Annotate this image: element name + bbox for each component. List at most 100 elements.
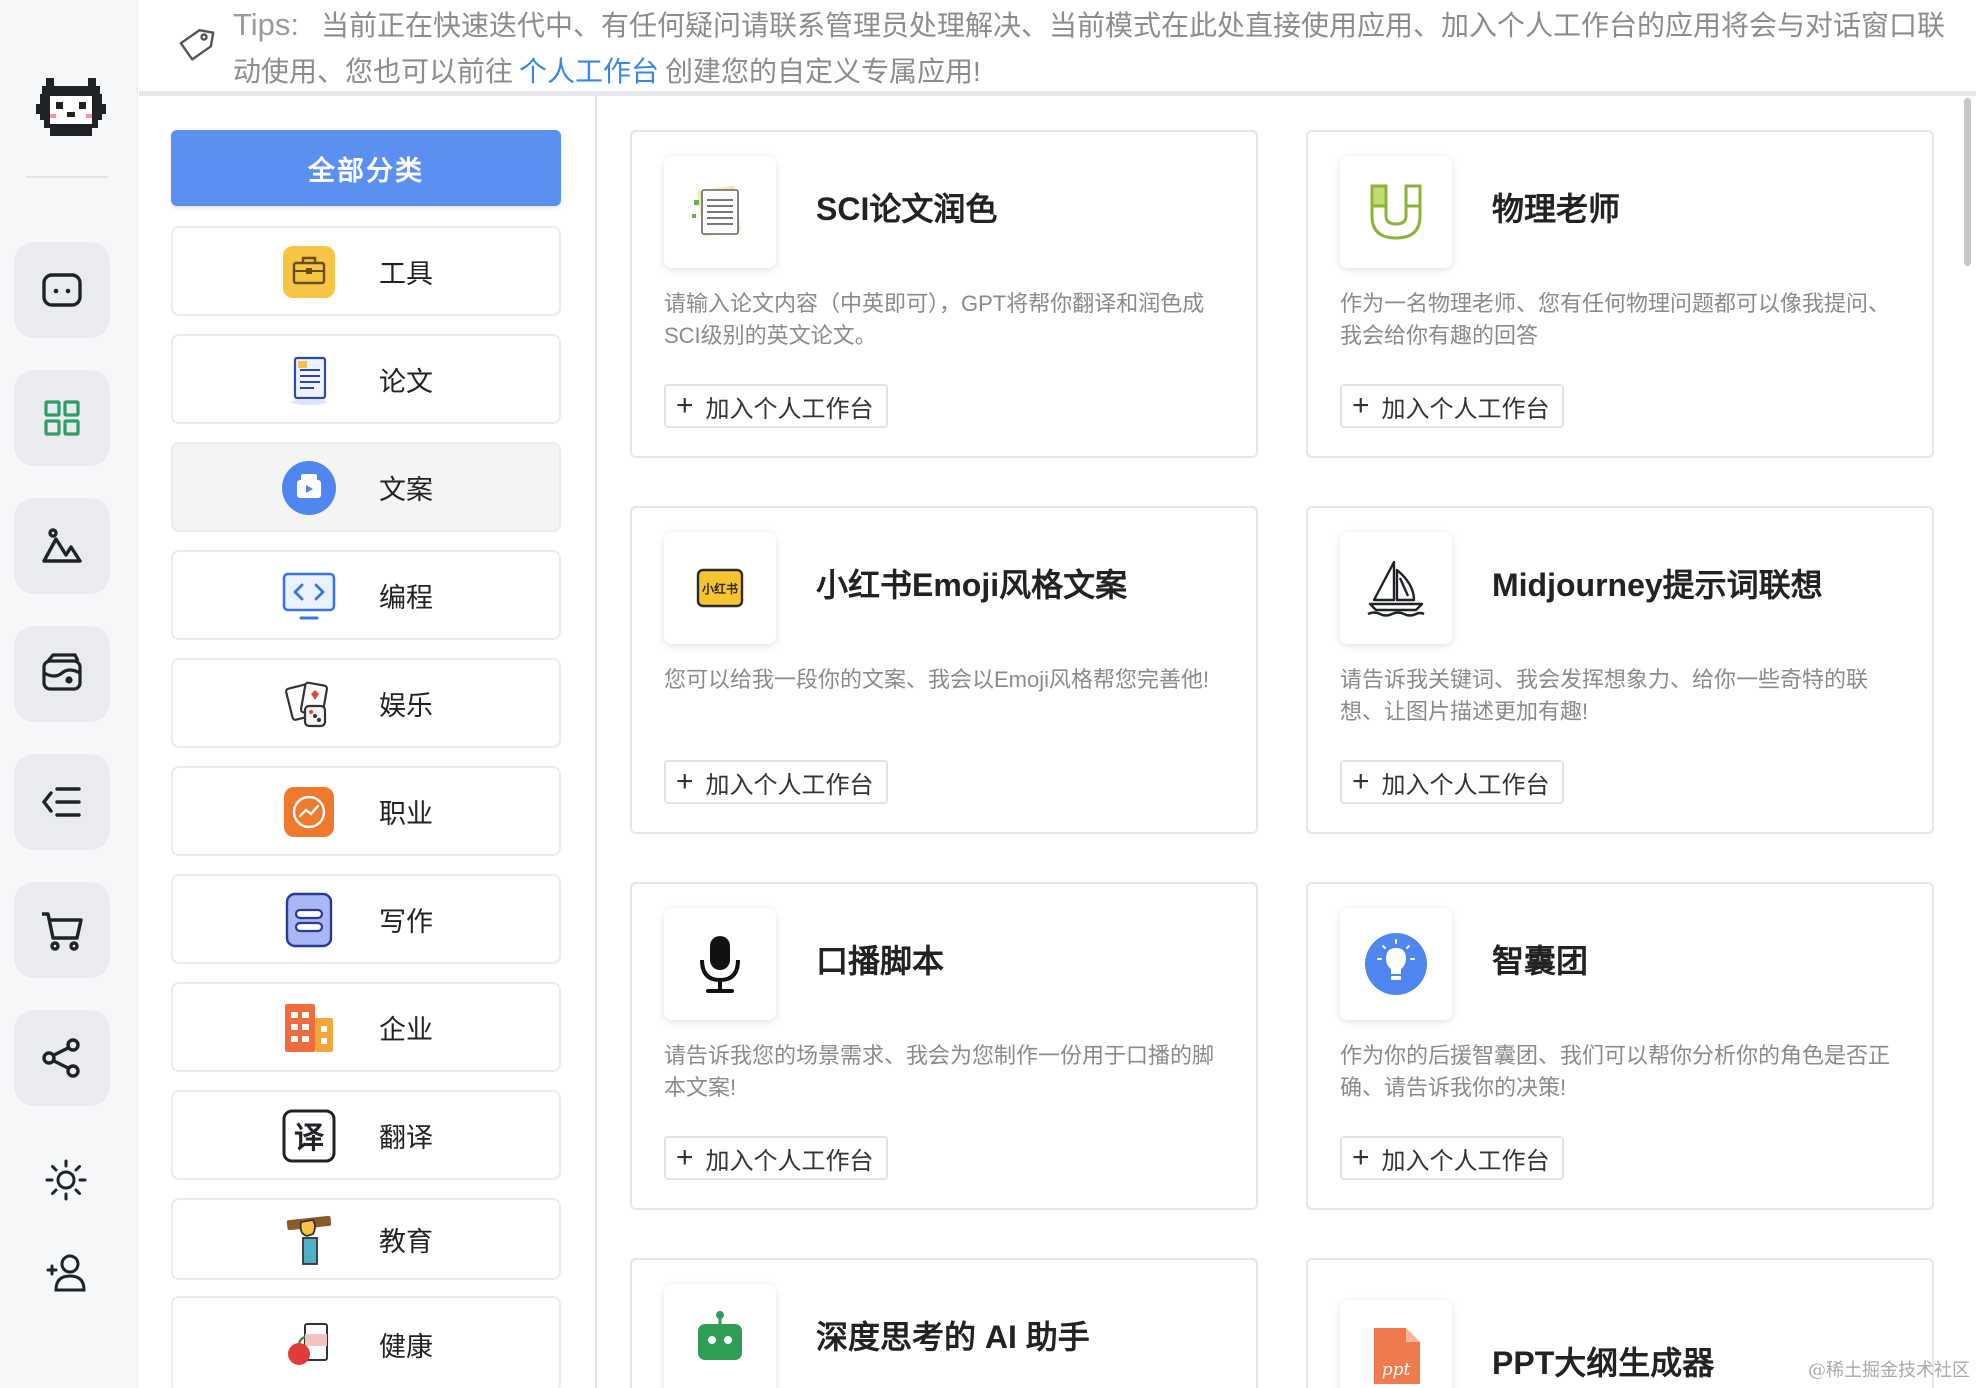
enterprise-icon (281, 1000, 337, 1056)
translate-icon: 译 (281, 1108, 337, 1164)
app-card-deep-thinking-assistant[interactable]: 深度思考的 AI 助手 (630, 1258, 1258, 1388)
category-education[interactable]: 教育 (171, 1198, 561, 1280)
category-enterprise[interactable]: 企业 (171, 982, 561, 1072)
all-categories-button[interactable]: 全部分类 (171, 130, 561, 206)
wallet-icon[interactable] (14, 626, 110, 722)
app-description: 请告诉我您的场景需求、我会为您制作一份用于口播的脚本文案! (664, 1043, 1215, 1100)
add-label: 加入个人工作台 (1381, 395, 1550, 423)
tips-body: 当前正在快速迭代中、有任何疑问请联系管理员处理解决、当前模式在此处直接使用应用、… (233, 10, 1946, 87)
category-label: 论文 (379, 366, 433, 397)
category-label: 娱乐 (379, 690, 433, 721)
add-to-workspace-button[interactable]: + 加入个人工作台 (664, 384, 888, 428)
category-career[interactable]: 职业 (171, 766, 561, 856)
plus-icon: + (676, 1141, 694, 1174)
xiaohongshu-icon: 小红书 (664, 532, 776, 644)
app-card-xiaohongshu-emoji[interactable]: 小红书 小红书Emoji风格文案 您可以给我一段你的文案、我会以Emoji风格帮… (630, 506, 1258, 834)
writing-icon (281, 892, 337, 948)
add-to-workspace-button[interactable]: + 加入个人工作台 (664, 1136, 888, 1180)
rail-divider (26, 176, 108, 178)
category-writing[interactable]: 写作 (171, 874, 561, 964)
magnet-icon (1340, 156, 1452, 268)
career-icon (281, 784, 337, 840)
add-label: 加入个人工作台 (1381, 1147, 1550, 1175)
category-papers[interactable]: 论文 (171, 334, 561, 424)
code-icon (281, 568, 337, 624)
tips-banner: Tips: 当前正在快速迭代中、有任何疑问请联系管理员处理解决、当前模式在此处直接… (139, 0, 1976, 93)
tips-label: Tips: (233, 7, 300, 42)
plus-icon: + (1352, 389, 1370, 422)
robot-icon (664, 1284, 776, 1388)
ppt-file-icon: ppt (1340, 1300, 1452, 1388)
microphone-icon (664, 908, 776, 1020)
paper-notes-icon (664, 156, 776, 268)
plus-icon: + (676, 765, 694, 798)
education-icon (281, 1212, 337, 1268)
app-title: 智囊团 (1492, 943, 1589, 979)
personal-workspace-link[interactable]: 个人工作台 (519, 56, 659, 87)
app-description: 请输入论文内容（中英即可），GPT将帮你翻译和润色成SCI级别的英文论文。 (664, 291, 1205, 348)
cat-logo-icon[interactable] (36, 74, 106, 144)
tips-tail: 创建您的自定义专属应用! (665, 56, 981, 87)
ppt-icon-text: ppt (1381, 1360, 1411, 1380)
app-title: Midjourney提示词联想 (1492, 567, 1823, 603)
share-icon[interactable] (14, 1010, 110, 1106)
tag-icon (179, 26, 215, 62)
add-label: 加入个人工作台 (705, 395, 874, 423)
category-tools[interactable]: 工具 (171, 226, 561, 316)
app-card-physics-teacher[interactable]: 物理老师 作为一名物理老师、您有任何物理问题都可以像我提问、我会给你有趣的回答 … (1306, 130, 1934, 458)
app-description: 作为你的后援智囊团、我们可以帮你分析你的角色是否正确、请告诉我你的决策! (1340, 1043, 1891, 1100)
sun-icon[interactable] (40, 1154, 92, 1206)
app-card-think-tank[interactable]: 智囊团 作为你的后援智囊团、我们可以帮你分析你的角色是否正确、请告诉我你的决策!… (1306, 882, 1934, 1210)
left-rail (0, 0, 138, 1388)
add-to-workspace-button[interactable]: + 加入个人工作台 (664, 760, 888, 804)
category-label: 工具 (379, 258, 433, 289)
category-translation[interactable]: 译 翻译 (171, 1090, 561, 1180)
image-icon[interactable] (14, 498, 110, 594)
app-description: 请告诉我关键词、我会发挥想象力、给你一些奇特的联想、让图片描述更加有趣! (1340, 667, 1869, 724)
app-card-voice-script[interactable]: 口播脚本 请告诉我您的场景需求、我会为您制作一份用于口播的脚本文案! + 加入个人… (630, 882, 1258, 1210)
list-indent-icon[interactable] (14, 754, 110, 850)
app-title: 口播脚本 (816, 943, 945, 979)
plus-icon: + (1352, 1141, 1370, 1174)
add-to-workspace-button[interactable]: + 加入个人工作台 (1340, 1136, 1564, 1180)
add-label: 加入个人工作台 (705, 1147, 874, 1175)
app-title: 物理老师 (1492, 191, 1621, 227)
app-title: 深度思考的 AI 助手 (816, 1319, 1090, 1355)
category-programming[interactable]: 编程 (171, 550, 561, 640)
app-title: SCI论文润色 (816, 191, 998, 227)
dice-cards-icon (281, 676, 337, 732)
chat-icon[interactable] (14, 242, 110, 338)
app-title: 小红书Emoji风格文案 (816, 567, 1128, 603)
add-to-workspace-button[interactable]: + 加入个人工作台 (1340, 760, 1564, 804)
toolbox-icon (281, 244, 337, 300)
plus-icon: + (676, 389, 694, 422)
category-copywriting[interactable]: 文案 (171, 442, 561, 532)
lightbulb-icon (1340, 908, 1452, 1020)
category-entertainment[interactable]: 娱乐 (171, 658, 561, 748)
user-add-icon[interactable] (40, 1246, 92, 1298)
content-scrollbar[interactable] (1964, 98, 1971, 266)
add-to-workspace-button[interactable]: + 加入个人工作台 (1340, 384, 1564, 428)
app-card-sci-polish[interactable]: SCI论文润色 请输入论文内容（中英即可），GPT将帮你翻译和润色成SCI级别的… (630, 130, 1258, 458)
category-label: 职业 (379, 798, 433, 829)
category-label: 编程 (379, 582, 433, 613)
category-label: 企业 (379, 1014, 433, 1045)
category-panel: 全部分类 工具 论文 文案 编程 娱乐 职业 写作 企业 译 翻译 教育 健康 (139, 96, 597, 1388)
app-description: 您可以给我一段你的文案、我会以Emoji风格帮您完善他! (664, 667, 1210, 692)
svg-text:译: 译 (294, 1121, 325, 1156)
copywriting-icon (281, 460, 337, 516)
plus-icon: + (1352, 765, 1370, 798)
category-health[interactable]: 健康 (171, 1296, 561, 1388)
watermark: @稀土掘金技术社区 (1808, 1360, 1970, 1381)
health-icon (281, 1316, 337, 1372)
apps-grid-icon[interactable] (14, 370, 110, 466)
app-description: 作为一名物理老师、您有任何物理问题都可以像我提问、我会给你有趣的回答 (1340, 291, 1891, 348)
app-title: PPT大纲生成器 (1492, 1345, 1715, 1381)
category-label: 文案 (379, 474, 433, 505)
tips-text: Tips: 当前正在快速迭代中、有任何疑问请联系管理员处理解决、当前模式在此处直接… (233, 2, 1963, 95)
document-icon (281, 352, 337, 408)
app-card-midjourney-prompts[interactable]: Midjourney提示词联想 请告诉我关键词、我会发挥想象力、给你一些奇特的联… (1306, 506, 1934, 834)
xiaohongshu-icon-text: 小红书 (701, 581, 738, 596)
cart-icon[interactable] (14, 882, 110, 978)
add-label: 加入个人工作台 (1381, 771, 1550, 799)
